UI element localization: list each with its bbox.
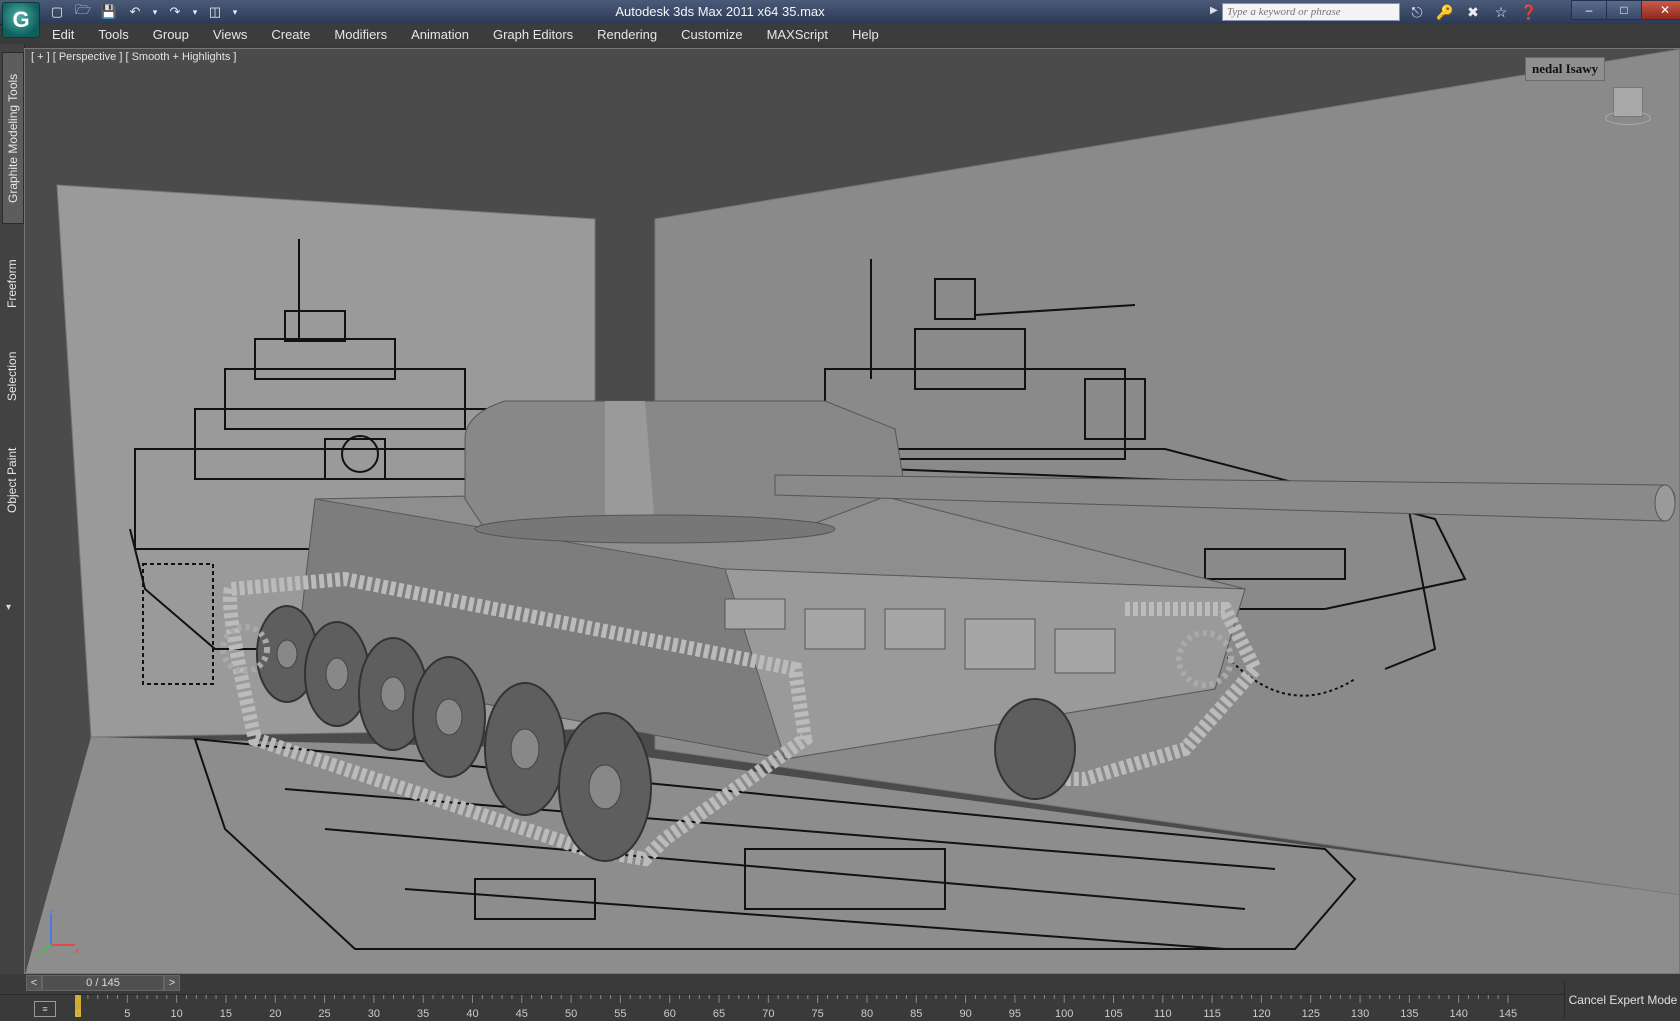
menu-modifiers[interactable]: Modifiers	[322, 27, 399, 42]
viewcube-compass[interactable]	[1605, 111, 1651, 125]
tank-muzzle	[1654, 484, 1676, 522]
undo-icon[interactable]: ↶	[124, 2, 146, 22]
author-watermark: nedal Isawy	[1525, 57, 1606, 81]
ribbon-tab-graphite-modeling-tools[interactable]: Graphite Modeling Tools	[2, 52, 24, 224]
ribbon-more-icon[interactable]: ▾	[6, 602, 11, 613]
ruler-label: 75	[812, 1008, 824, 1020]
mini-curve-editor-icon[interactable]: ≡	[34, 1001, 56, 1017]
menu-bar: Edit Tools Group Views Create Modifiers …	[40, 24, 1680, 44]
ruler-label: 135	[1400, 1008, 1418, 1020]
menu-tools[interactable]: Tools	[86, 27, 140, 42]
info-center: ⎋ 🔑 ✖ ☆ ❓	[1406, 2, 1540, 22]
ruler-label: 70	[762, 1008, 774, 1020]
redo-dropdown-icon[interactable]: ▾	[190, 2, 200, 22]
cancel-expert-mode-button[interactable]: Cancel Expert Mode	[1564, 980, 1680, 1020]
search-expand-icon[interactable]: ▶	[1210, 5, 1218, 16]
window-controls: – □ ✕	[1571, 0, 1680, 20]
svg-text:z: z	[49, 909, 53, 917]
menu-create[interactable]: Create	[259, 27, 322, 42]
ruler-label: 65	[713, 1008, 725, 1020]
svg-text:x: x	[75, 946, 79, 955]
viewport-label[interactable]: [ + ] [ Perspective ] [ Smooth + Highlig…	[31, 51, 236, 63]
tank-turret	[464, 400, 906, 530]
key-icon[interactable]: 🔑	[1434, 2, 1456, 22]
menu-edit[interactable]: Edit	[40, 27, 86, 42]
qat-customize-icon[interactable]: ▾	[230, 2, 240, 22]
ribbon-tab-selection[interactable]: Selection	[2, 336, 22, 416]
menu-maxscript[interactable]: MAXScript	[755, 27, 840, 42]
menu-help[interactable]: Help	[840, 27, 891, 42]
ruler-label: 95	[1009, 1008, 1021, 1020]
scene-render	[25, 49, 1679, 973]
current-frame-marker[interactable]	[75, 995, 81, 1017]
star-icon[interactable]: ☆	[1490, 2, 1512, 22]
menu-customize[interactable]: Customize	[669, 27, 754, 42]
ruler-label: 125	[1302, 1008, 1320, 1020]
ruler-label: 120	[1252, 1008, 1270, 1020]
ruler-label: 145	[1499, 1008, 1517, 1020]
viewcube-icon[interactable]	[1605, 87, 1651, 127]
ruler-label: 35	[417, 1008, 429, 1020]
save-icon[interactable]: 💾	[98, 2, 120, 22]
axis-tripod-icon: z y x	[37, 909, 79, 959]
ruler-label: 10	[170, 1008, 182, 1020]
ruler-label: 115	[1203, 1008, 1221, 1020]
ruler-label: 90	[959, 1008, 971, 1020]
ruler-label: 130	[1351, 1008, 1369, 1020]
ruler-label: 40	[466, 1008, 478, 1020]
ruler-label: 100	[1055, 1008, 1073, 1020]
ribbon-tab-object-paint[interactable]: Object Paint	[2, 430, 22, 530]
graphite-ribbon-sidebar: Graphite Modeling Tools Freeform Selecti…	[0, 44, 25, 974]
time-slider[interactable]: < 0 / 145 >	[24, 974, 1564, 992]
menu-graph-editors[interactable]: Graph Editors	[481, 27, 585, 42]
svg-text:y: y	[37, 950, 41, 959]
open-icon[interactable]: 🗁	[72, 2, 94, 22]
ruler-label: 30	[368, 1008, 380, 1020]
close-button[interactable]: ✕	[1641, 0, 1680, 20]
ruler-label: 80	[861, 1008, 873, 1020]
quick-access-toolbar: ▢ 🗁 💾 ↶ ▾ ↷ ▾ ◫ ▾	[46, 2, 240, 22]
ruler-label: 85	[910, 1008, 922, 1020]
ruler-label: 25	[318, 1008, 330, 1020]
menu-animation[interactable]: Animation	[399, 27, 481, 42]
ruler-label: 50	[565, 1008, 577, 1020]
ruler-label: 140	[1450, 1008, 1468, 1020]
menu-group[interactable]: Group	[141, 27, 201, 42]
frame-ruler[interactable]: 0510152025303540455055606570758085909510…	[70, 995, 1550, 1021]
restore-button[interactable]: □	[1606, 0, 1642, 20]
redo-icon[interactable]: ↷	[164, 2, 186, 22]
time-slider-thumb[interactable]: 0 / 145	[42, 975, 164, 991]
menu-rendering[interactable]: Rendering	[585, 27, 669, 42]
window-title: Autodesk 3ds Max 2011 x64 35.max	[615, 4, 825, 19]
ruler-label: 55	[614, 1008, 626, 1020]
ruler-label: 20	[269, 1008, 281, 1020]
next-frame-button[interactable]: >	[164, 975, 180, 991]
new-icon[interactable]: ▢	[46, 2, 68, 22]
ribbon-tab-freeform[interactable]: Freeform	[2, 244, 22, 324]
ruler-label: 105	[1104, 1008, 1122, 1020]
search-input[interactable]	[1222, 3, 1400, 21]
ruler-label: 5	[124, 1008, 130, 1020]
ruler-label: 15	[220, 1008, 232, 1020]
binoculars-icon[interactable]: ⎋	[1406, 2, 1428, 22]
menu-views[interactable]: Views	[201, 27, 259, 42]
project-folder-icon[interactable]: ◫	[204, 2, 226, 22]
ruler-label: 110	[1154, 1008, 1172, 1020]
previous-frame-button[interactable]: <	[26, 975, 42, 991]
key-exchange-icon[interactable]: ✖	[1462, 2, 1484, 22]
track-bar[interactable]: ≡ 05101520253035404550556065707580859095…	[0, 994, 1564, 1021]
perspective-viewport[interactable]: [ + ] [ Perspective ] [ Smooth + Highlig…	[24, 48, 1680, 974]
ruler-label: 60	[664, 1008, 676, 1020]
tank-turret-ring	[474, 514, 836, 544]
minimize-button[interactable]: –	[1571, 0, 1607, 20]
application-button[interactable]: G	[2, 2, 40, 38]
undo-dropdown-icon[interactable]: ▾	[150, 2, 160, 22]
ruler-label: 45	[516, 1008, 528, 1020]
help-icon[interactable]: ❓	[1518, 2, 1540, 22]
title-bar: ▢ 🗁 💾 ↶ ▾ ↷ ▾ ◫ ▾ Autodesk 3ds Max 2011 …	[0, 0, 1680, 25]
